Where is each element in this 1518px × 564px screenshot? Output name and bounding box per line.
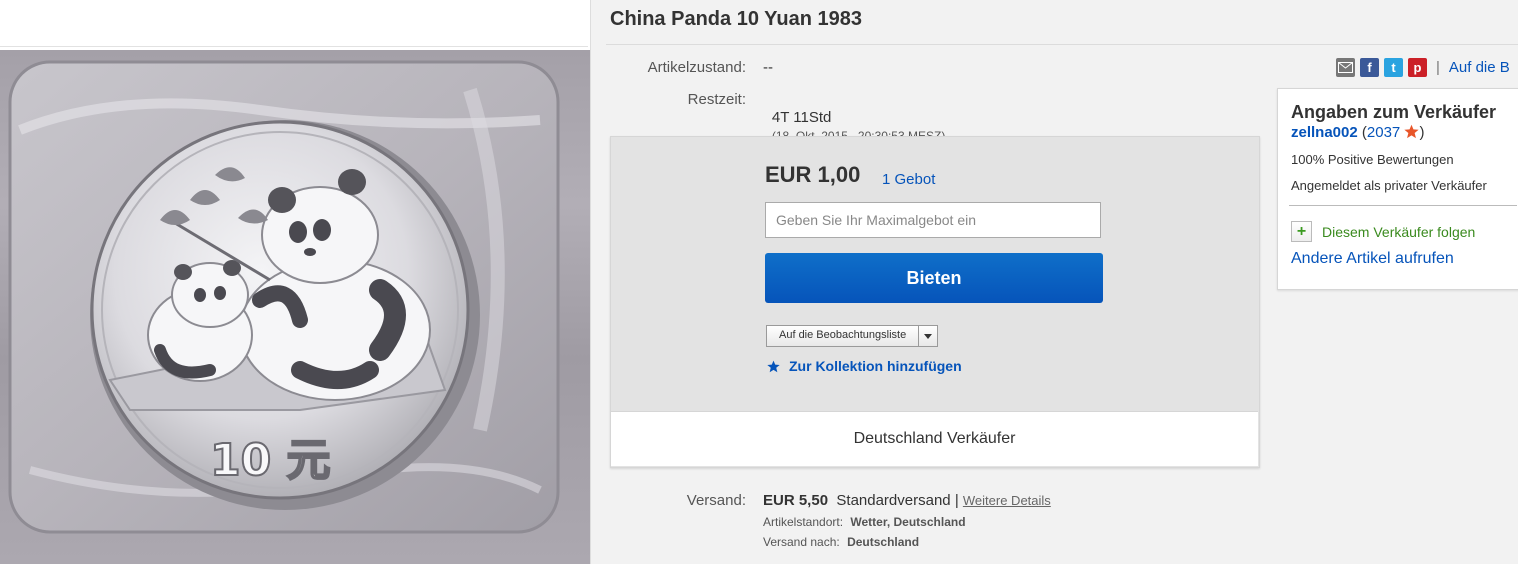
ships-to-value: Deutschland: [847, 535, 920, 549]
seller-registration: Angemeldet als privater Verkäufer: [1291, 178, 1487, 193]
bid-button[interactable]: Bieten: [765, 253, 1103, 303]
star-icon: [1404, 124, 1420, 139]
shipping-label: Versand:: [686, 492, 746, 509]
item-location: Artikelstandort: Wetter, Deutschland: [763, 515, 966, 529]
seller-country: Deutschland Verkäufer: [611, 411, 1258, 466]
coin-image: 10 元: [8, 60, 560, 534]
seller-info: zellna002 (2037 ): [1291, 124, 1424, 141]
image-thumbnail-strip: [0, 6, 588, 47]
follow-seller-button[interactable]: + Diesem Verkäufer folgen: [1291, 221, 1475, 242]
add-to-collection-link[interactable]: Zur Kollektion hinzufügen: [767, 358, 962, 374]
star-icon: [767, 360, 780, 372]
facebook-icon[interactable]: f: [1360, 58, 1379, 77]
seller-heading: Angaben zum Verkäufer: [1291, 102, 1497, 122]
ships-to: Versand nach: Deutschland: [763, 535, 919, 549]
item-photo[interactable]: 10 元: [0, 50, 590, 564]
watchlist-button[interactable]: Auf die Beobachtungsliste: [766, 325, 939, 347]
time-left-value: 4T 11Std: [771, 109, 832, 126]
condition-value: --: [763, 59, 773, 76]
other-items-link[interactable]: Andere Artikel aufrufen: [1291, 250, 1454, 268]
share-separator: |: [1436, 59, 1440, 76]
watchlist-label[interactable]: Auf die Beobachtungsliste: [767, 326, 920, 346]
pinterest-icon[interactable]: p: [1408, 58, 1427, 77]
feedback-close-paren: ): [1419, 124, 1425, 141]
title-divider: [606, 44, 1518, 45]
more-details-link[interactable]: Weitere Details: [963, 493, 1051, 508]
shipping-price: EUR 5,50: [763, 492, 829, 509]
shipping-separator: |: [954, 492, 959, 509]
watch-link[interactable]: Auf die B: [1449, 59, 1510, 76]
max-bid-input[interactable]: [765, 202, 1101, 238]
collection-label[interactable]: Zur Kollektion hinzufügen: [789, 358, 962, 374]
follow-seller-label[interactable]: Diesem Verkäufer folgen: [1322, 224, 1475, 240]
bid-count-link[interactable]: 1 Gebot: [882, 171, 935, 188]
current-price: EUR 1,00: [765, 162, 861, 187]
item-location-label: Artikelstandort:: [763, 515, 844, 529]
seller-divider: [1289, 205, 1517, 206]
share-bar: f t p | Auf die B: [1336, 58, 1510, 77]
feedback-score-link[interactable]: 2037: [1367, 124, 1400, 141]
ships-to-label: Versand nach:: [763, 535, 840, 549]
time-left-label: Restzeit:: [687, 91, 746, 108]
item-title: China Panda 10 Yuan 1983: [610, 8, 862, 30]
seller-username-link[interactable]: zellna002: [1291, 124, 1358, 141]
twitter-icon[interactable]: t: [1384, 58, 1403, 77]
shipping-row: EUR 5,50 Standardversand | Weitere Detai…: [763, 492, 1051, 509]
coin-denomination: 10 元: [210, 435, 331, 486]
positive-feedback: 100% Positive Bewertungen: [1291, 152, 1454, 167]
chevron-down-icon[interactable]: [919, 326, 937, 346]
item-location-value: Wetter, Deutschland: [850, 515, 966, 529]
condition-label: Artikelzustand:: [647, 59, 746, 76]
email-icon[interactable]: [1336, 58, 1355, 77]
plus-icon[interactable]: +: [1291, 221, 1312, 242]
shipping-method: Standardversand: [836, 492, 951, 509]
